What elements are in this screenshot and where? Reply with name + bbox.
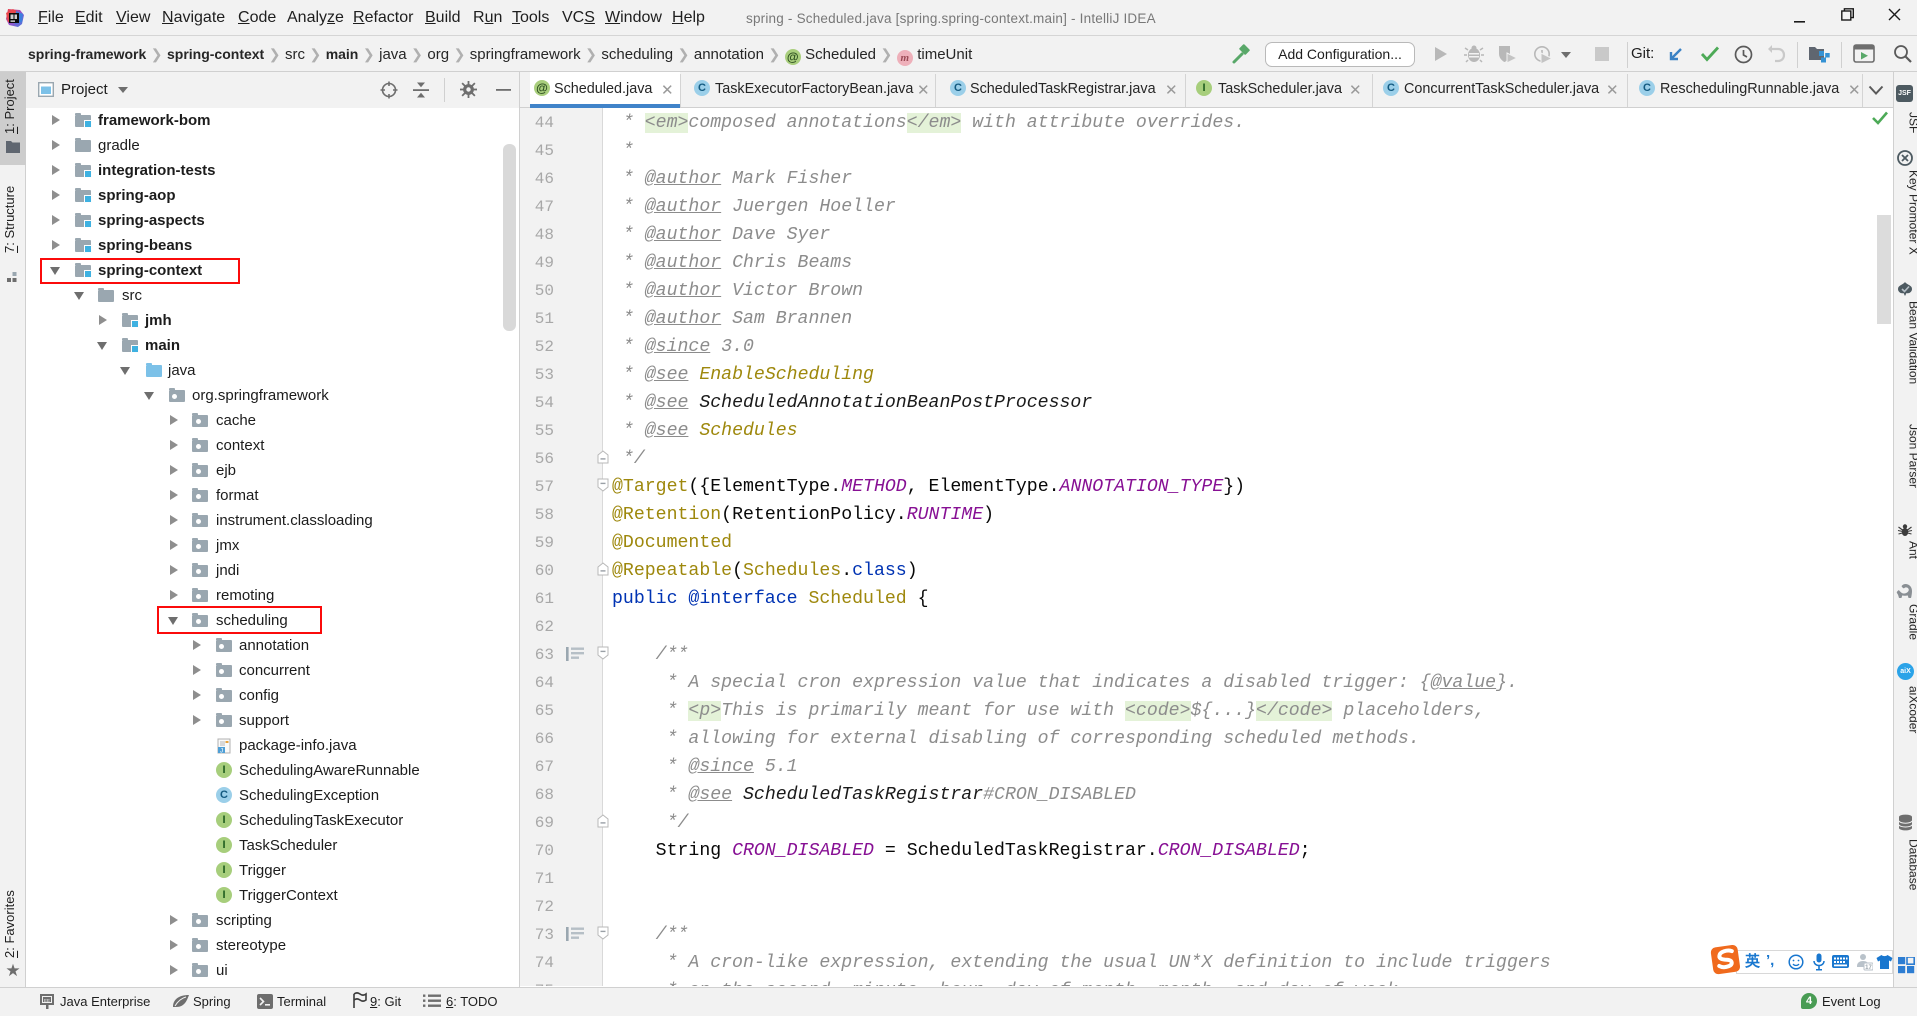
svg-text:17: 17 <box>1865 965 1872 971</box>
svg-text:EE: EE <box>44 998 50 1003</box>
svg-text:J: J <box>220 747 223 754</box>
